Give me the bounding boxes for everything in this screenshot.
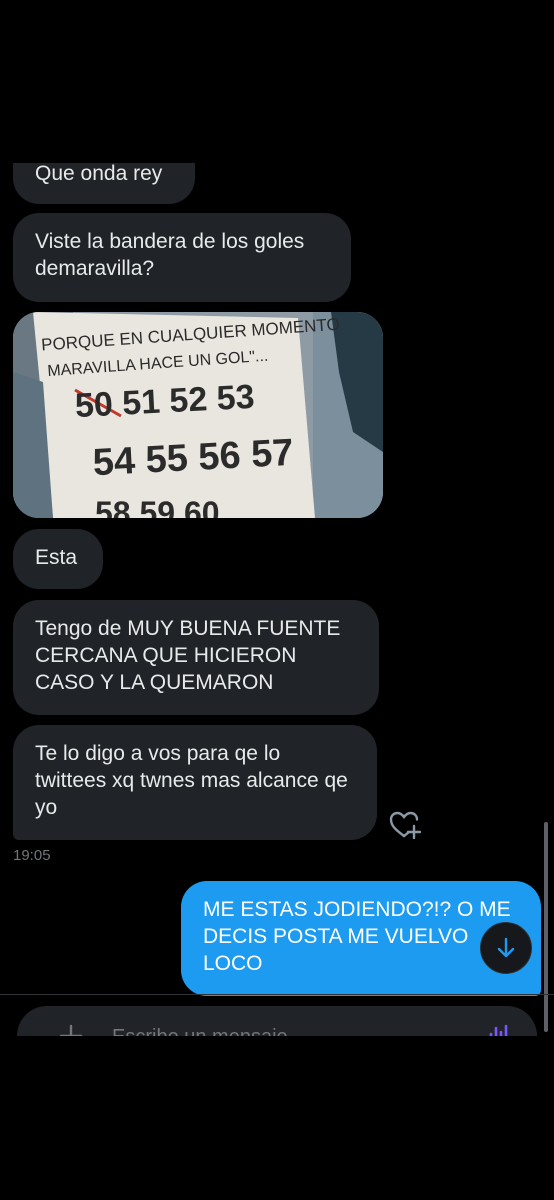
scroll-to-bottom-button[interactable]: [480, 922, 532, 974]
banner-row-3: 58 59 60: [95, 495, 220, 518]
message-bubble-incoming[interactable]: Que onda rey: [13, 163, 195, 204]
message-text: ME ESTAS JODIENDO?!? O ME DECIS POSTA ME…: [203, 898, 511, 975]
message-bubble-incoming[interactable]: Te lo digo a vos para qe lo twittees xq …: [13, 725, 377, 840]
message-timestamp: 19:05: [13, 847, 51, 864]
heart-plus-icon[interactable]: [388, 809, 422, 839]
message-text: Te lo digo a vos para qe lo twittees xq …: [35, 742, 348, 819]
message-image[interactable]: PORQUE EN CUALQUIER MOMENTO MARAVILLA HA…: [13, 312, 383, 518]
message-bubble-incoming[interactable]: Tengo de MUY BUENA FUENTE CERCANA QUE HI…: [13, 600, 379, 715]
message-text: Viste la bandera de los goles demaravill…: [35, 230, 305, 280]
message-bubble-incoming[interactable]: Viste la bandera de los goles demaravill…: [13, 213, 351, 302]
message-text: Que onda rey: [35, 163, 163, 185]
arrow-down-icon: [497, 937, 515, 958]
plus-icon[interactable]: [55, 1020, 87, 1036]
audio-bars-icon[interactable]: [485, 1022, 513, 1036]
message-text: Tengo de MUY BUENA FUENTE CERCANA QUE HI…: [35, 617, 341, 694]
banner-photo: PORQUE EN CUALQUIER MOMENTO MARAVILLA HA…: [13, 312, 383, 518]
conversation-view: Que onda rey Viste la bandera de los gol…: [0, 163, 554, 1036]
divider: [0, 994, 554, 995]
message-bubble-incoming[interactable]: Esta: [13, 529, 103, 589]
message-composer[interactable]: Escribe un mensaje: [17, 1006, 537, 1036]
scrollbar[interactable]: [544, 822, 548, 1032]
composer-placeholder[interactable]: Escribe un mensaje: [112, 1026, 288, 1036]
message-text: Esta: [35, 546, 78, 569]
